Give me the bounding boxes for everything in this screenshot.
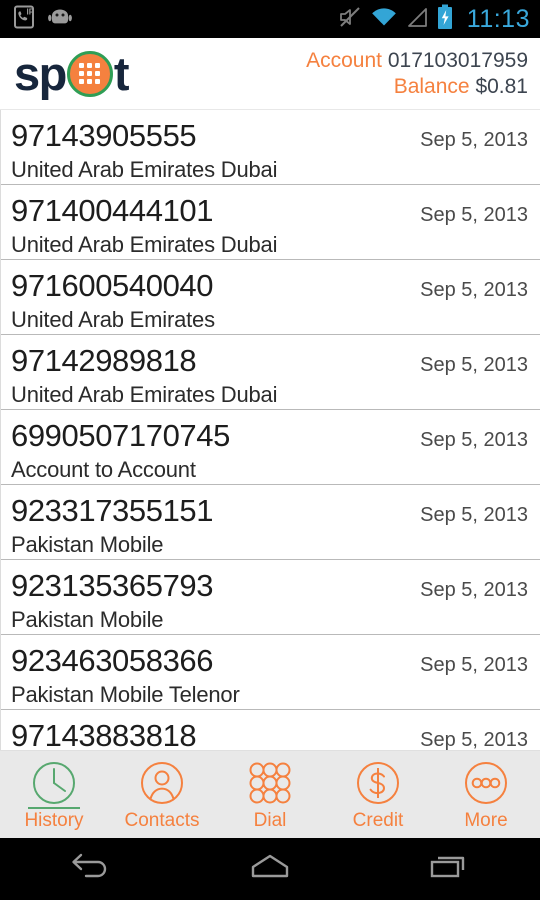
call-history-row[interactable]: 97142989818 Sep 5, 2013 United Arab Emir…	[1, 335, 540, 410]
cellular-signal-icon	[406, 6, 428, 33]
tab-credit[interactable]: Credit	[324, 751, 432, 839]
call-destination: Pakistan Mobile	[11, 532, 164, 557]
home-icon	[246, 850, 294, 889]
call-number: 97142989818	[11, 343, 197, 378]
logo-text-prefix: sp	[14, 47, 67, 100]
row-primary-line: 971400444101 Sep 5, 2013	[11, 191, 532, 231]
status-bar-system-icons: 11:13	[338, 4, 530, 35]
call-destination: Pakistan Mobile	[11, 607, 164, 632]
account-line: Account 017103017959	[306, 48, 528, 74]
row-primary-line: 923135365793 Sep 5, 2013	[11, 566, 532, 606]
row-primary-line: 971600540040 Sep 5, 2013	[11, 266, 532, 306]
app-header: sp t Account 017103017959 Balance $0.81	[0, 38, 540, 110]
row-primary-line: 97143883818 Sep 5, 2013	[11, 716, 532, 750]
call-destination: Account to Account	[11, 457, 196, 482]
status-bar-clock: 11:13	[466, 4, 530, 33]
balance-line: Balance $0.81	[306, 74, 528, 100]
call-destination: Pakistan Mobile Telenor	[11, 682, 240, 707]
call-destination: United Arab Emirates Dubai	[11, 382, 278, 407]
status-bar-notification-icons: IP	[14, 5, 72, 34]
balance-value: $0.81	[475, 74, 528, 98]
call-number: 6990507170745	[11, 418, 230, 453]
tab-history[interactable]: History	[0, 751, 108, 839]
row-primary-line: 6990507170745 Sep 5, 2013	[11, 416, 532, 456]
call-date: Sep 5, 2013	[420, 429, 528, 451]
spot-logo: sp t	[14, 47, 130, 101]
call-number: 923317355151	[11, 493, 214, 528]
call-history-list[interactable]: 97143905555 Sep 5, 2013 United Arab Emir…	[0, 110, 540, 750]
call-date: Sep 5, 2013	[420, 579, 528, 601]
call-number: 923135365793	[11, 568, 214, 603]
volume-muted-icon	[338, 5, 362, 34]
bottom-tab-bar: History Contacts Dial Credit More	[0, 750, 540, 838]
tab-label-more: More	[464, 810, 508, 831]
phone-screen: IP 11:13 sp t Account 017103017959 Balan…	[0, 0, 540, 900]
dollar-icon	[352, 757, 404, 809]
call-history-row[interactable]: 923135365793 Sep 5, 2013 Pakistan Mobile	[1, 560, 540, 635]
row-primary-line: 97142989818 Sep 5, 2013	[11, 341, 532, 381]
tab-label-dial: Dial	[253, 810, 287, 831]
back-button[interactable]	[35, 838, 145, 900]
back-arrow-icon	[66, 850, 114, 889]
call-history-row[interactable]: 97143905555 Sep 5, 2013 United Arab Emir…	[1, 110, 540, 185]
recents-button[interactable]	[395, 838, 505, 900]
tab-label-history: History	[24, 810, 84, 831]
account-label: Account	[306, 48, 382, 72]
account-summary: Account 017103017959 Balance $0.81	[306, 48, 532, 99]
android-robot-icon	[48, 7, 72, 32]
call-history-row[interactable]: 971400444101 Sep 5, 2013 United Arab Emi…	[1, 185, 540, 260]
call-date: Sep 5, 2013	[420, 354, 528, 376]
dialpad-logo-icon	[66, 50, 113, 97]
android-navigation-bar	[0, 838, 540, 900]
call-number: 923463058366	[11, 643, 214, 678]
row-primary-line: 923317355151 Sep 5, 2013	[11, 491, 532, 531]
call-number: 971600540040	[11, 268, 214, 303]
call-date: Sep 5, 2013	[420, 654, 528, 676]
balance-label: Balance	[393, 74, 470, 98]
call-history-row-partial[interactable]: 97143883818 Sep 5, 2013	[1, 710, 540, 750]
logo-text-suffix: t	[113, 47, 130, 100]
row-primary-line: 923463058366 Sep 5, 2013	[11, 641, 532, 681]
active-tab-indicator	[28, 807, 80, 809]
tab-dial[interactable]: Dial	[216, 751, 324, 839]
call-destination: United Arab Emirates	[11, 307, 215, 332]
dialpad-icon	[244, 757, 296, 809]
call-destination: United Arab Emirates Dubai	[11, 157, 278, 182]
home-button[interactable]	[215, 838, 325, 900]
sip-call-icon: IP	[14, 5, 35, 34]
call-destination: United Arab Emirates Dubai	[11, 232, 278, 257]
call-number: 97143883818	[11, 718, 197, 750]
tab-more[interactable]: More	[432, 751, 540, 839]
logo-dot-grid	[70, 54, 110, 94]
clock-icon	[28, 757, 80, 809]
call-history-row[interactable]: 6990507170745 Sep 5, 2013 Account to Acc…	[1, 410, 540, 485]
ellipsis-icon	[460, 757, 512, 809]
recents-icon	[426, 850, 474, 889]
tab-label-contacts: Contacts	[124, 810, 200, 831]
android-status-bar: IP 11:13	[0, 0, 540, 38]
account-value: 017103017959	[387, 48, 528, 72]
call-date: Sep 5, 2013	[420, 129, 528, 151]
call-date: Sep 5, 2013	[420, 729, 528, 750]
call-history-row[interactable]: 971600540040 Sep 5, 2013 United Arab Emi…	[1, 260, 540, 335]
call-number: 97143905555	[11, 118, 197, 153]
person-icon	[136, 757, 188, 809]
call-date: Sep 5, 2013	[420, 504, 528, 526]
row-primary-line: 97143905555 Sep 5, 2013	[11, 116, 532, 156]
call-history-row[interactable]: 923463058366 Sep 5, 2013 Pakistan Mobile…	[1, 635, 540, 710]
call-date: Sep 5, 2013	[420, 204, 528, 226]
svg-text:IP: IP	[27, 7, 35, 16]
battery-charging-icon	[437, 4, 453, 35]
call-number: 971400444101	[11, 193, 214, 228]
tab-contacts[interactable]: Contacts	[108, 751, 216, 839]
call-history-row[interactable]: 923317355151 Sep 5, 2013 Pakistan Mobile	[1, 485, 540, 560]
wifi-icon	[371, 6, 397, 33]
call-date: Sep 5, 2013	[420, 279, 528, 301]
tab-label-credit: Credit	[352, 810, 404, 831]
